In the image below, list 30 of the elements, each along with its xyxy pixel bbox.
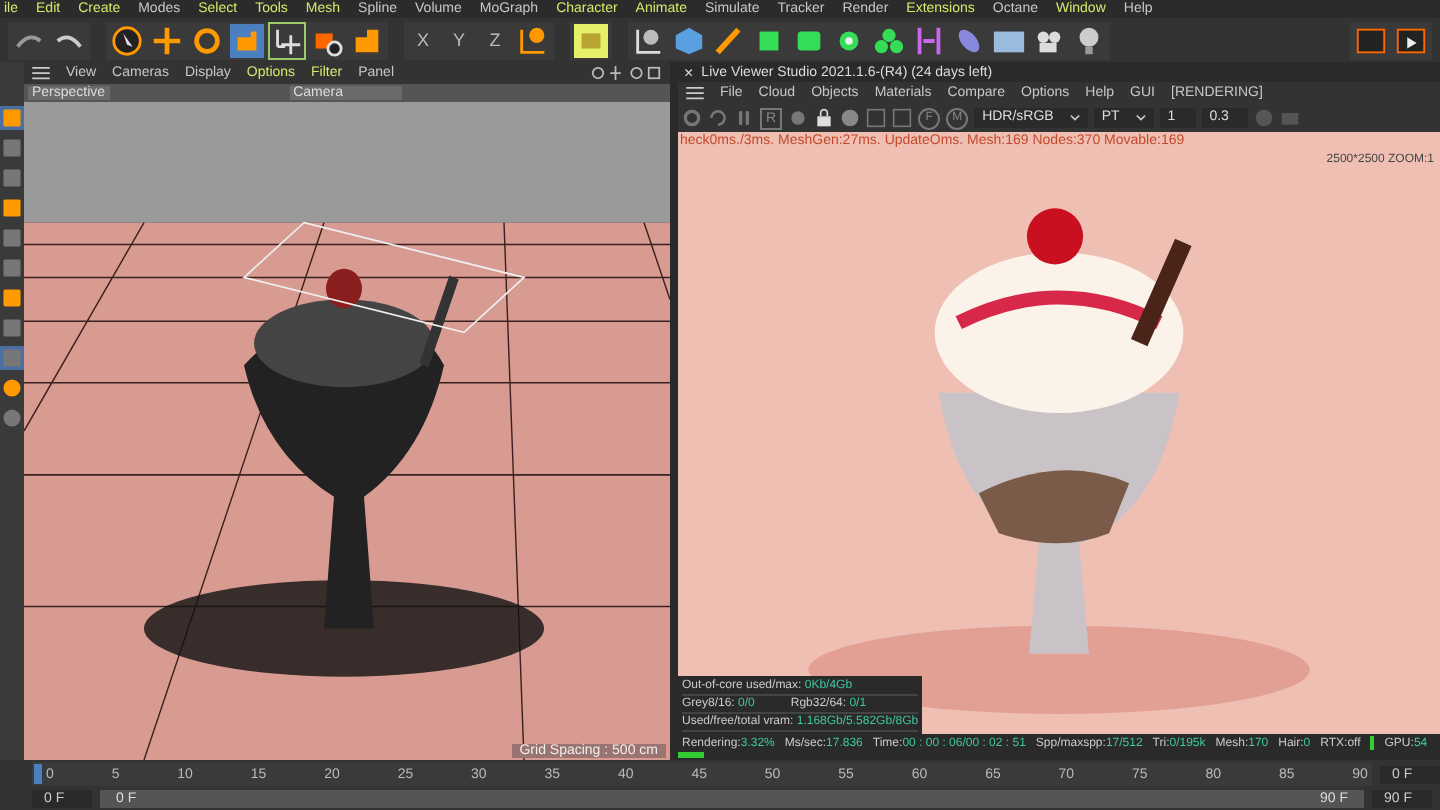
- add-region-icon[interactable]: [866, 108, 887, 128]
- axis-lock-button[interactable]: Z: [480, 30, 510, 50]
- navigation-icons[interactable]: [590, 66, 662, 80]
- selection-move-icon[interactable]: [270, 23, 304, 57]
- bracket-icon[interactable]: [912, 23, 946, 57]
- clapperboard-play-icon[interactable]: [1394, 23, 1428, 57]
- gpu-meter-icon: [1370, 736, 1375, 750]
- caret-icon: [1135, 114, 1146, 122]
- coordinate-system-icon[interactable]: [516, 23, 550, 57]
- axis-lock-button[interactable]: X: [408, 30, 438, 50]
- cursor-icon[interactable]: [110, 23, 144, 57]
- menu-icon[interactable]: [686, 86, 704, 100]
- pen-icon[interactable]: [712, 23, 746, 57]
- square-icon[interactable]: [0, 256, 24, 280]
- scale-icon[interactable]: [230, 23, 264, 57]
- sphere-icon[interactable]: [840, 108, 861, 128]
- refresh-icon[interactable]: [708, 108, 728, 128]
- move-icon[interactable]: [150, 23, 184, 57]
- lock-icon[interactable]: [814, 108, 835, 128]
- pause-icon[interactable]: [734, 108, 754, 128]
- axis-lock-button[interactable]: Y: [444, 30, 474, 50]
- spheres-icon[interactable]: [872, 23, 906, 57]
- rotate-icon[interactable]: [190, 23, 224, 57]
- caret-icon: [1069, 114, 1080, 122]
- close-button[interactable]: ×: [684, 63, 694, 81]
- region-icon[interactable]: [892, 108, 913, 128]
- clapperboard-icon[interactable]: [1354, 23, 1388, 57]
- render-view-icon[interactable]: [574, 23, 608, 57]
- playhead-handle[interactable]: [34, 764, 42, 784]
- menu-icon[interactable]: [32, 66, 50, 80]
